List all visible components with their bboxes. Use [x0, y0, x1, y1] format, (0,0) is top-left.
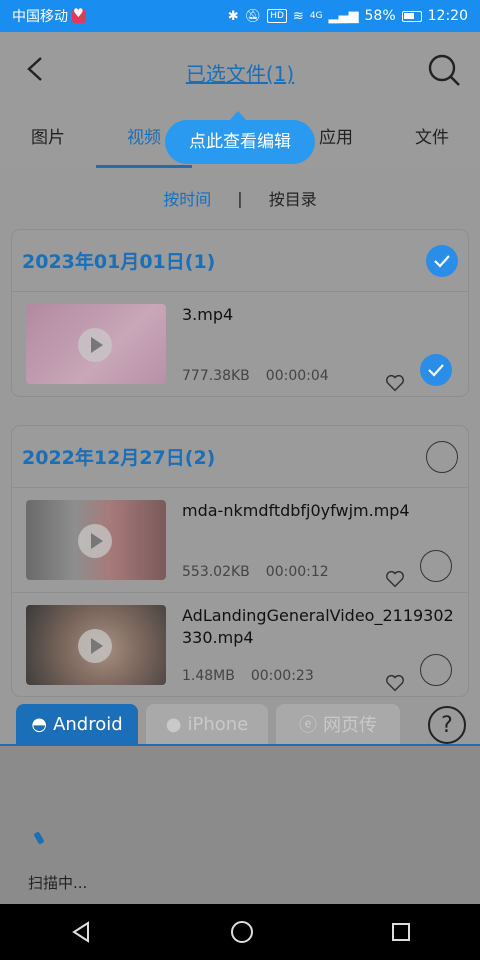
- bluetooth-icon: ✱: [227, 8, 239, 24]
- play-icon[interactable]: [78, 328, 112, 362]
- list-item[interactable]: mda-nkmdftdbfj0yfwjm.mp4 553.02KB 00:00:…: [12, 488, 468, 592]
- group-header: 2022年12月27日(2): [12, 426, 468, 488]
- network-type-label: 4G: [309, 11, 323, 21]
- file-duration: 00:00:12: [265, 564, 329, 580]
- platform-tabs: ◓ Android ● iPhone ⓔ 网页传 ?: [16, 704, 466, 744]
- tab-iphone[interactable]: ● iPhone: [146, 704, 268, 744]
- wifi-icon: ≋: [292, 8, 304, 24]
- file-duration: 00:00:23: [250, 668, 314, 684]
- date-group: 2023年01月01日(1) 3.mp4 777.38KB 00:00:04: [12, 230, 468, 396]
- sort-separator: |: [237, 188, 243, 208]
- favorite-heart-icon[interactable]: [384, 568, 406, 590]
- group-date: 2022年12月27日(2): [22, 447, 216, 469]
- tab-images[interactable]: 图片: [0, 108, 96, 168]
- tab-android-label: Android: [53, 713, 123, 735]
- search-icon[interactable]: [426, 52, 462, 88]
- tab-android[interactable]: ◓ Android: [16, 704, 138, 744]
- favorite-heart-icon[interactable]: [384, 672, 406, 694]
- page-title[interactable]: 已选文件(1): [0, 58, 480, 87]
- play-icon[interactable]: [78, 524, 112, 558]
- video-thumbnail[interactable]: [26, 500, 166, 580]
- battery-percent: 58%: [364, 8, 396, 24]
- sort-options: 按时间 | 按目录: [0, 178, 480, 218]
- health-app-icon: [72, 6, 86, 23]
- item-select-checkbox[interactable]: [420, 354, 452, 386]
- edit-hint-tooltip[interactable]: 点此查看编辑: [165, 111, 315, 164]
- file-size: 553.02KB: [182, 564, 250, 580]
- help-icon[interactable]: ?: [428, 706, 466, 744]
- list-item[interactable]: 3.mp4 777.38KB 00:00:04: [12, 292, 468, 396]
- tab-web-label: 网页传: [323, 715, 377, 736]
- file-size: 1.48MB: [182, 668, 235, 684]
- tab-files[interactable]: 文件: [384, 108, 480, 168]
- tab-iphone-label: iPhone: [187, 713, 249, 735]
- file-duration: 00:00:04: [265, 368, 329, 384]
- battery-icon: [401, 10, 422, 22]
- apple-icon: ●: [165, 713, 182, 735]
- group-select-checkbox[interactable]: [426, 440, 458, 473]
- play-icon[interactable]: [78, 629, 112, 663]
- file-name: 3.mp4: [182, 305, 234, 324]
- list-item[interactable]: AdLandingGeneralVideo_2119302330.mp4 1.4…: [12, 592, 468, 696]
- app-screen: 已选文件(1) 图片 视频 音乐 应用 文件 点此查看编辑 按时间 | 按目录 …: [0, 32, 480, 904]
- group-header: 2023年01月01日(1): [12, 230, 468, 292]
- system-nav-bar: [0, 904, 480, 960]
- header: 已选文件(1): [0, 32, 480, 108]
- nav-back-icon[interactable]: [70, 921, 92, 943]
- file-size: 777.38KB: [182, 368, 250, 384]
- video-thumbnail[interactable]: [26, 605, 166, 685]
- browser-icon: ⓔ: [299, 715, 317, 736]
- video-thumbnail[interactable]: [26, 304, 166, 384]
- tab-web-transfer[interactable]: ⓔ 网页传: [276, 704, 400, 744]
- checkmark-icon: [428, 364, 444, 377]
- file-name: AdLandingGeneralVideo_2119302330.mp4: [182, 606, 454, 647]
- item-select-checkbox[interactable]: [420, 550, 452, 582]
- sort-by-time[interactable]: 按时间: [163, 186, 211, 210]
- nav-recents-icon[interactable]: [392, 923, 411, 941]
- android-icon: ◓: [31, 713, 48, 735]
- loading-spinner-icon: [33, 831, 45, 845]
- group-date: 2023年01月01日(1): [22, 251, 216, 273]
- signal-icon: ▂▄▆: [328, 8, 359, 24]
- nav-home-icon[interactable]: [230, 921, 253, 943]
- status-bar: 中国移动 ✱ 🔕︎ HD ≋ 4G ▂▄▆ 58% 12:20: [0, 0, 480, 32]
- hd-icon: HD: [267, 9, 287, 23]
- scan-status: 扫描中...: [28, 874, 88, 892]
- group-select-checkbox[interactable]: [426, 244, 458, 277]
- date-group: 2022年12月27日(2) mda-nkmdftdbfj0yfwjm.mp4 …: [12, 426, 468, 696]
- carrier-label: 中国移动: [12, 9, 68, 25]
- scan-panel: 扫描中...: [0, 746, 480, 904]
- item-select-checkbox[interactable]: [420, 654, 452, 686]
- mute-icon: 🔕︎: [244, 8, 262, 24]
- favorite-heart-icon[interactable]: [384, 372, 406, 394]
- file-name: mda-nkmdftdbfj0yfwjm.mp4: [182, 501, 410, 520]
- sort-by-directory[interactable]: 按目录: [269, 186, 317, 210]
- clock: 12:20: [427, 8, 468, 24]
- checkmark-icon: [434, 254, 450, 268]
